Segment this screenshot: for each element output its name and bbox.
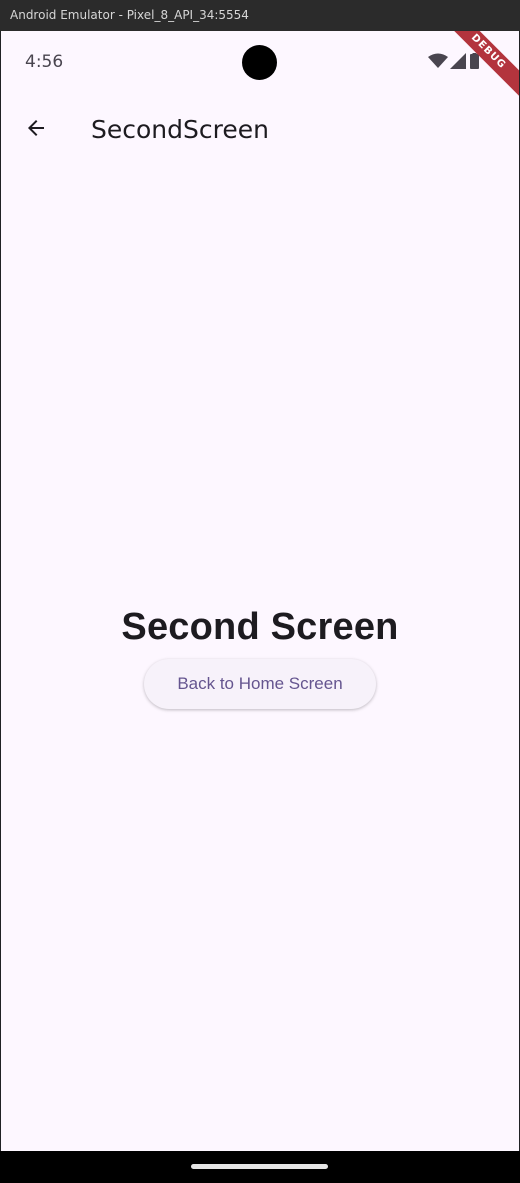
main-content: Second Screen Back to Home Screen bbox=[1, 606, 519, 716]
device-screen: 4:56 DEBUG SecondScreen Second Screen Ba… bbox=[1, 31, 519, 1151]
emulator-window-title: Android Emulator - Pixel_8_API_34:5554 bbox=[0, 0, 520, 31]
home-indicator[interactable] bbox=[191, 1164, 328, 1169]
app-bar: SecondScreen bbox=[1, 95, 519, 161]
navigation-bar bbox=[0, 1151, 520, 1183]
app-bar-title: SecondScreen bbox=[91, 115, 269, 144]
arrow-back-icon bbox=[28, 120, 44, 136]
wifi-icon bbox=[428, 53, 448, 68]
screen-heading: Second Screen bbox=[121, 606, 399, 648]
back-to-home-button[interactable]: Back to Home Screen bbox=[144, 659, 376, 709]
back-button[interactable] bbox=[13, 105, 59, 151]
status-bar: 4:56 DEBUG bbox=[1, 31, 519, 105]
status-time: 4:56 bbox=[25, 52, 64, 72]
battery-icon bbox=[470, 53, 479, 69]
camera-cutout bbox=[242, 45, 277, 80]
cell-signal-icon bbox=[450, 53, 466, 69]
